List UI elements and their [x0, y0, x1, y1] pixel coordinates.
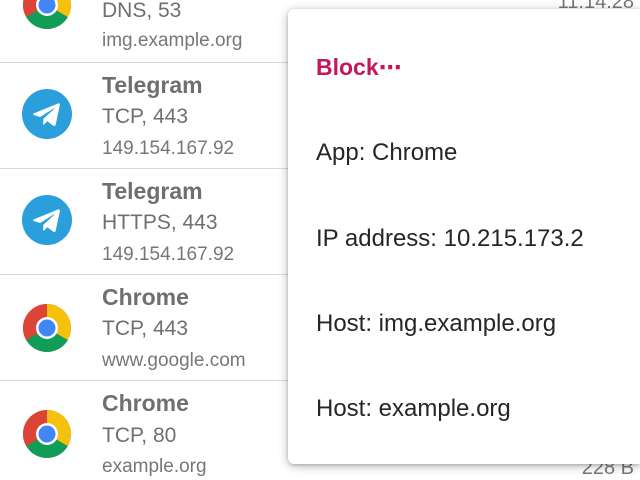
telegram-icon [22, 195, 72, 245]
menu-item-app[interactable]: App: Chrome [316, 139, 457, 167]
row-host: img.example.org [102, 30, 243, 51]
row-app-name: Chrome [102, 390, 189, 416]
chrome-icon [23, 0, 71, 30]
row-protocol: HTTPS, 443 [102, 211, 218, 234]
menu-item-host[interactable]: Host: img.example.org [316, 310, 556, 338]
row-protocol: TCP, 443 [102, 317, 188, 340]
row-host: www.google.com [102, 350, 246, 371]
row-host: example.org [102, 456, 207, 477]
menu-item-ip-address[interactable]: IP address: 10.215.173.2 [316, 225, 584, 253]
row-protocol: DNS, 53 [102, 0, 182, 22]
row-host: 149.154.167.92 [102, 138, 235, 159]
chrome-icon [22, 410, 72, 459]
row-protocol: TCP, 80 [102, 424, 177, 447]
row-protocol: TCP, 443 [102, 105, 188, 128]
row-app-name: Telegram [102, 178, 203, 204]
telegram-icon [22, 89, 72, 139]
menu-title: Block⋯ [316, 54, 402, 80]
chrome-icon [22, 304, 72, 353]
menu-item-domain[interactable]: Host: example.org [316, 395, 511, 423]
row-app-name: Telegram [102, 72, 203, 98]
row-host: 149.154.167.92 [102, 244, 235, 265]
row-app-name: Chrome [102, 284, 189, 310]
block-menu: Block⋯ App: Chrome IP address: 10.215.17… [288, 9, 640, 464]
